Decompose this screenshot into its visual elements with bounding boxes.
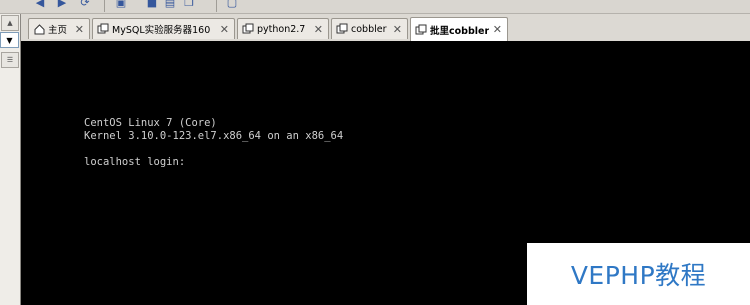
vm-icon xyxy=(242,23,254,35)
tab-home[interactable]: 主页 ✕ xyxy=(28,18,90,39)
vm-icon xyxy=(415,24,427,36)
tab-batch-cobbler[interactable]: 批里cobbler ✕ xyxy=(410,17,508,41)
tab-label: MySQL实验服务器160 xyxy=(112,25,211,36)
close-icon[interactable]: ✕ xyxy=(314,23,323,36)
toolbar: ◀ ▶ ⟳ ▣ ■ ▤ ❐ ▢ xyxy=(0,0,750,14)
inventory-dropdown[interactable]: ▼ xyxy=(0,32,19,48)
scroll-up-button[interactable]: ▲ xyxy=(1,15,19,31)
console-login-prompt[interactable]: localhost login: xyxy=(84,156,185,169)
home-icon xyxy=(33,23,45,35)
tab-cobbler[interactable]: cobbler ✕ xyxy=(331,18,408,39)
vm-icon xyxy=(336,23,348,35)
close-icon[interactable]: ✕ xyxy=(393,23,402,36)
tab-label: 主页 xyxy=(48,25,68,36)
tab-label: cobbler xyxy=(351,23,387,35)
save-icon[interactable]: ■ xyxy=(145,0,159,10)
tab-mysql-server[interactable]: MySQL实验服务器160 ✕ xyxy=(92,18,235,39)
inventory-pane: ▲ ▼ ☰ xyxy=(0,14,21,305)
tab-python27[interactable]: python2.7 ✕ xyxy=(237,18,329,39)
console-kernel-line: Kernel 3.10.0-123.el7.x86_64 on an x86_6… xyxy=(84,130,344,142)
refresh-icon[interactable]: ⟳ xyxy=(78,0,92,10)
copy-icon[interactable]: ❐ xyxy=(182,0,196,10)
tab-bar: 主页 ✕ MySQL实验服务器160 ✕ python2.7 ✕ cobbler… xyxy=(21,14,750,41)
console-os-line: CentOS Linux 7 (Core) xyxy=(84,117,217,129)
close-icon[interactable]: ✕ xyxy=(75,23,84,36)
forward-icon[interactable]: ▶ xyxy=(55,0,69,10)
print-icon[interactable]: ▤ xyxy=(163,0,177,10)
fullscreen-icon[interactable]: ▢ xyxy=(225,0,239,10)
scroll-thumb[interactable]: ☰ xyxy=(1,52,19,68)
back-icon[interactable]: ◀ xyxy=(33,0,47,10)
vm-icon xyxy=(97,23,109,35)
close-icon[interactable]: ✕ xyxy=(493,23,502,36)
watermark-logo: VEPHP教程 xyxy=(527,243,750,305)
toolbar-separator xyxy=(104,0,105,12)
close-icon[interactable]: ✕ xyxy=(220,23,229,36)
toolbar-separator xyxy=(216,0,217,12)
window-icon[interactable]: ▣ xyxy=(114,0,128,10)
tab-label: python2.7 xyxy=(257,23,306,35)
tab-label: 批里cobbler xyxy=(430,25,489,37)
